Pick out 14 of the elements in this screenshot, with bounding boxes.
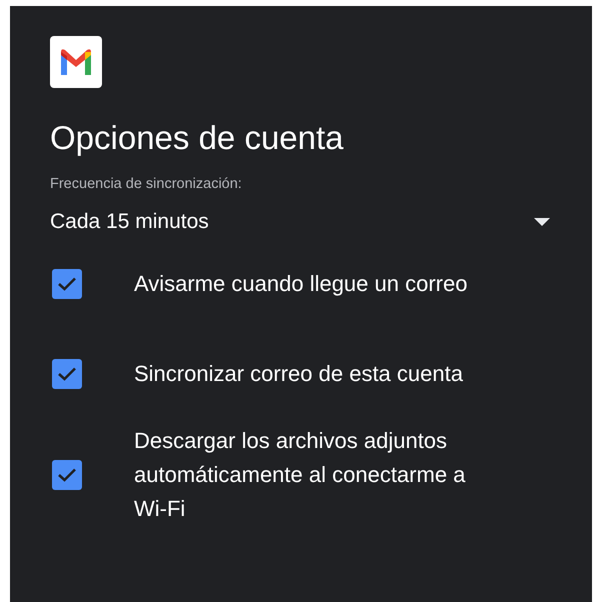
check-icon (57, 366, 77, 382)
checkbox[interactable] (52, 269, 82, 299)
check-icon (57, 276, 77, 292)
checkbox[interactable] (52, 359, 82, 389)
sync-frequency-dropdown[interactable]: Cada 15 minutos (50, 210, 552, 234)
checkbox[interactable] (52, 460, 82, 490)
option-label: Avisarme cuando llegue un correo (134, 270, 468, 298)
option-label: Descargar los archivos adjuntos automáticamente al conectarme a Wi-Fi (134, 427, 466, 523)
dropdown-arrow-icon (534, 218, 550, 226)
check-icon (57, 467, 77, 483)
page-title: Opciones de cuenta (50, 118, 345, 158)
mail-logo-icon (50, 36, 102, 88)
option-label: Sincronizar correo de esta cuenta (134, 360, 463, 388)
sync-frequency-label: Frecuencia de sincronización: (50, 176, 243, 192)
